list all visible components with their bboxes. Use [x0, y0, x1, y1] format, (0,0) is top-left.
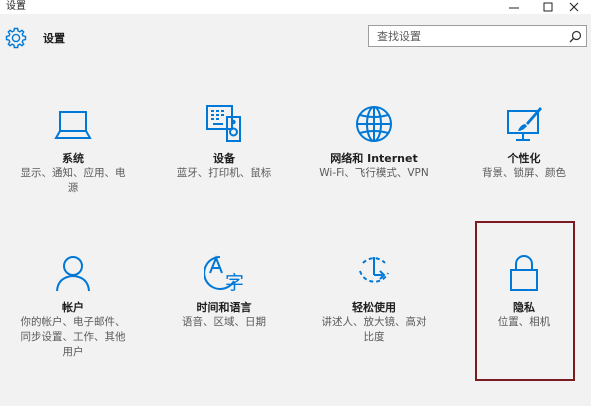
close-button[interactable] [557, 0, 591, 14]
tile-description: Wi-Fi、飞行模式、VPN [319, 167, 429, 179]
window-title: 设置 [6, 1, 26, 12]
tile-description: 显示、通知、应用、电 源 [20, 167, 126, 194]
maximize-icon [543, 2, 553, 12]
page-title: 设置 [43, 32, 65, 45]
tile-description: 蓝牙、打印机、鼠标 [176, 167, 272, 179]
laptop-icon [53, 104, 93, 144]
minimize-button[interactable] [497, 0, 531, 14]
tile-devices[interactable]: 设备 蓝牙、打印机、鼠标 [159, 104, 289, 194]
gear-icon [4, 26, 28, 50]
tile-label: 时间和语言 [196, 301, 252, 314]
svg-text:字: 字 [225, 272, 244, 293]
tile-network[interactable]: 网络和 Internet Wi-Fi、飞行模式、VPN [309, 104, 439, 194]
globe-icon [354, 104, 394, 144]
minimize-icon [509, 7, 519, 9]
tile-description: 你的帐户、电子邮件、 同步设置、工作、其他 用户 [20, 316, 126, 358]
title-bar: 设置 [0, 0, 591, 14]
person-icon [53, 253, 93, 293]
devices-icon [204, 104, 244, 144]
tile-label: 个性化 [507, 152, 541, 165]
tile-system[interactable]: 系统 显示、通知、应用、电 源 [8, 104, 138, 194]
tile-personalization[interactable]: 个性化 背景、锁屏、颜色 [459, 104, 589, 194]
close-icon [569, 2, 579, 12]
tile-accounts[interactable]: 帐户 你的帐户、电子邮件、 同步设置、工作、其他 用户 [8, 253, 138, 363]
time-language-icon: 字 [204, 253, 244, 293]
tile-ease-of-access[interactable]: 轻松使用 讲述人、放大镜、高对 比度 [309, 253, 439, 343]
search-box[interactable] [368, 25, 587, 47]
search-input[interactable] [369, 26, 567, 46]
search-icon[interactable] [569, 30, 582, 43]
tile-label: 系统 [62, 152, 84, 165]
personalization-icon [504, 104, 544, 144]
tile-time-language[interactable]: 字 时间和语言 语音、区域、日期 [159, 253, 289, 343]
ease-of-access-icon [354, 253, 394, 293]
tile-label: 轻松使用 [352, 301, 396, 314]
tile-description: 背景、锁屏、颜色 [482, 167, 566, 179]
privacy-highlight-frame [475, 221, 575, 381]
tile-label: 帐户 [62, 301, 84, 314]
tile-description: 语音、区域、日期 [182, 316, 266, 328]
tile-label: 设备 [213, 152, 235, 165]
tile-label: 网络和 Internet [330, 152, 418, 165]
tile-description: 讲述人、放大镜、高对 比度 [321, 316, 427, 343]
